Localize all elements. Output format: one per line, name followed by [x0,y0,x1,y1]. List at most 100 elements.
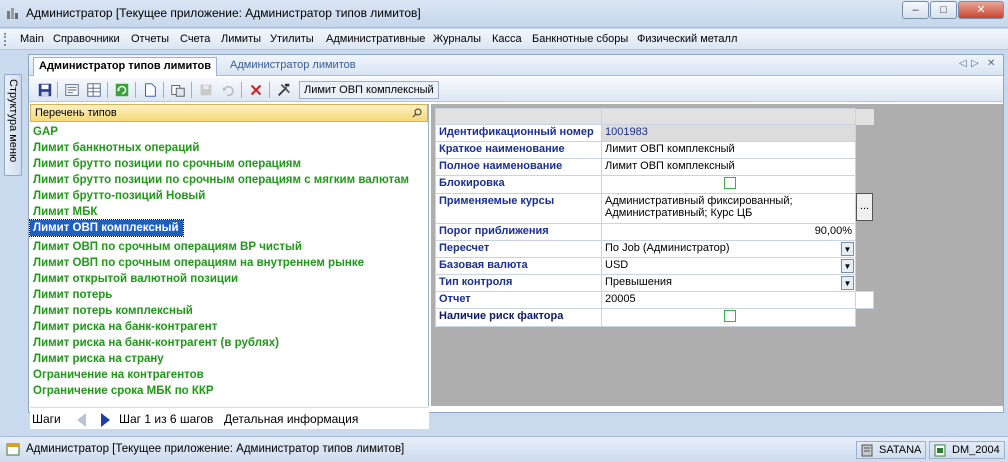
grid-header-row [435,108,874,125]
menu-banknote-fees[interactable]: Банкнотные сборы [532,33,628,45]
prev-step-icon[interactable] [77,413,86,427]
chevron-down-icon[interactable]: ▼ [841,242,854,256]
type-list-item[interactable]: Лимит ОВП по срочным операциям на внутре… [30,255,428,271]
type-list-item[interactable]: Лимит риска на банк-контрагент [30,319,428,335]
type-list-item[interactable]: Лимит брутто позиции по срочным операция… [30,172,428,188]
tab-scroll-right-icon[interactable]: ▷ [971,58,979,69]
tab-strip: Администратор типов лимитов Администрато… [29,55,1003,76]
toolbar-separator [269,82,270,98]
rates-value-line2: Административный; Курс ЦБ [605,207,753,219]
toolbar: Лимит ОВП комплексный [29,78,1003,102]
types-panel-header: Перечень типов [30,104,428,122]
tab-limit-types-admin[interactable]: Администратор типов лимитов [33,57,218,76]
menu-physical-metal[interactable]: Физический металл [637,33,737,45]
delete-icon[interactable] [247,81,265,99]
new-document-icon[interactable] [141,81,159,99]
step-info: Шаг 1 из 6 шагов [119,412,214,426]
detail-info-link[interactable]: Детальная информация [224,412,358,426]
types-panel: Перечень типов GAP Лимит банкнотных опера… [29,104,429,406]
report-field[interactable]: 20005 [601,291,856,309]
block-checkbox[interactable] [724,177,736,189]
pin-icon[interactable] [412,107,423,118]
type-list-item[interactable]: Лимит банкнотных операций [30,140,428,156]
menu-structure-tab[interactable]: Структура меню [4,74,22,176]
type-list-item[interactable]: Лимит риска на банк-контрагент (в рублях… [30,335,428,351]
risk-factor-label: Наличие риск фактора [435,308,602,327]
window-title: Администратор [Текущее приложение: Админ… [26,6,421,20]
toolbar-separator [107,82,108,98]
undo-disabled-icon [222,85,234,97]
menu-accounts[interactable]: Счета [180,33,210,45]
minimize-button[interactable]: – [902,1,929,19]
type-list-item[interactable]: Ограничение на контрагентов [30,367,428,383]
tab-close-icon[interactable]: ✕ [987,58,995,69]
recalc-select[interactable]: ▼ По Job (Администратор) [601,240,856,258]
refresh-icon[interactable] [113,81,131,99]
property-row: Тип контроля ▼ Превышения [435,274,874,292]
type-list-item[interactable]: Ограничение срока МБК по ККР [30,383,428,399]
rates-ellipsis-button[interactable]: ... [856,192,873,221]
toolbar-separator [57,82,58,98]
control-type-value: Превышения [605,276,673,288]
property-row: Применяемые курсы Административный фикси… [435,192,874,224]
tab-scroll-left-icon[interactable]: ◁ [959,58,967,69]
threshold-field[interactable]: 90,00% [601,223,856,241]
type-list-item[interactable]: Лимит потерь комплексный [30,303,428,319]
server-panel: SATANA [856,441,927,459]
tools-icon[interactable] [275,81,293,99]
maximize-button[interactable]: □ [930,1,957,19]
currency-label: Базовая валюта [435,257,602,275]
control-type-select[interactable]: ▼ Превышения [601,274,856,292]
currency-select[interactable]: ▼ USD [601,257,856,275]
close-button[interactable]: ✕ [958,1,1004,19]
menubar-grip[interactable] [4,33,8,46]
server-icon [861,444,873,457]
short-name-field[interactable]: Лимит ОВП комплексный [601,141,856,159]
next-step-icon[interactable] [101,413,110,427]
type-list-item[interactable]: Лимит брутто позиции по срочным операция… [30,156,428,172]
full-name-label: Полное наименование [435,158,602,176]
type-list-item[interactable]: Лимит ОВП комплексный [29,219,184,237]
type-list-item[interactable]: Лимит брутто-позиций Новый [30,188,428,204]
copy-icon[interactable] [169,81,187,99]
chevron-down-icon[interactable]: ▼ [841,259,854,273]
app-icon [7,8,18,19]
recalc-label: Пересчет [435,240,602,258]
rates-field[interactable]: Административный фиксированный; Админист… [601,193,856,224]
menu-reports[interactable]: Отчеты [131,33,169,45]
chevron-down-icon[interactable]: ▼ [841,276,854,290]
status-bar: Администратор [Текущее приложение: Админ… [0,436,1008,462]
threshold-label: Порог приближения [435,223,602,241]
database-name: DM_2004 [952,444,1000,456]
steps-label: Шаги [32,412,61,426]
type-list-item[interactable]: Лимит ОВП по срочным операциям ВР чистый [30,239,428,255]
type-list-item[interactable]: Лимит МБК [30,204,428,220]
menu-limits[interactable]: Лимиты [221,33,261,45]
database-icon [934,444,946,457]
menu-administrative[interactable]: Административные [326,33,425,45]
tab-limits-admin[interactable]: Администратор лимитов [225,57,361,76]
save-icon[interactable] [36,81,54,99]
short-name-label: Краткое наименование [435,141,602,159]
type-list-item[interactable]: Лимит риска на страну [30,351,428,367]
type-list-item[interactable]: Лимит потерь [30,287,428,303]
full-name-field[interactable]: Лимит ОВП комплексный [601,158,856,176]
risk-factor-checkbox[interactable] [724,310,736,322]
types-list: GAP Лимит банкнотных операций Лимит брутто… [29,122,428,399]
grid-icon[interactable] [85,81,103,99]
menu-cash[interactable]: Касса [492,33,522,45]
property-row: Наличие риск фактора [435,308,874,327]
currency-value: USD [605,259,629,271]
status-text: Администратор [Текущее приложение: Админ… [26,443,405,455]
properties-icon[interactable] [63,81,81,99]
menu-references[interactable]: Справочники [53,33,120,45]
block-label: Блокировка [435,175,602,194]
save-disabled-icon [200,84,212,96]
type-list-item[interactable]: Лимит открытой валютной позиции [30,271,428,287]
menu-journals[interactable]: Журналы [433,33,481,45]
type-list-item[interactable]: GAP [30,124,428,140]
menu-main[interactable]: Main [20,33,44,45]
menu-utilities[interactable]: Утилиты [270,33,314,45]
rates-label: Применяемые курсы [435,193,602,224]
property-row: Отчет 20005 [435,291,874,309]
